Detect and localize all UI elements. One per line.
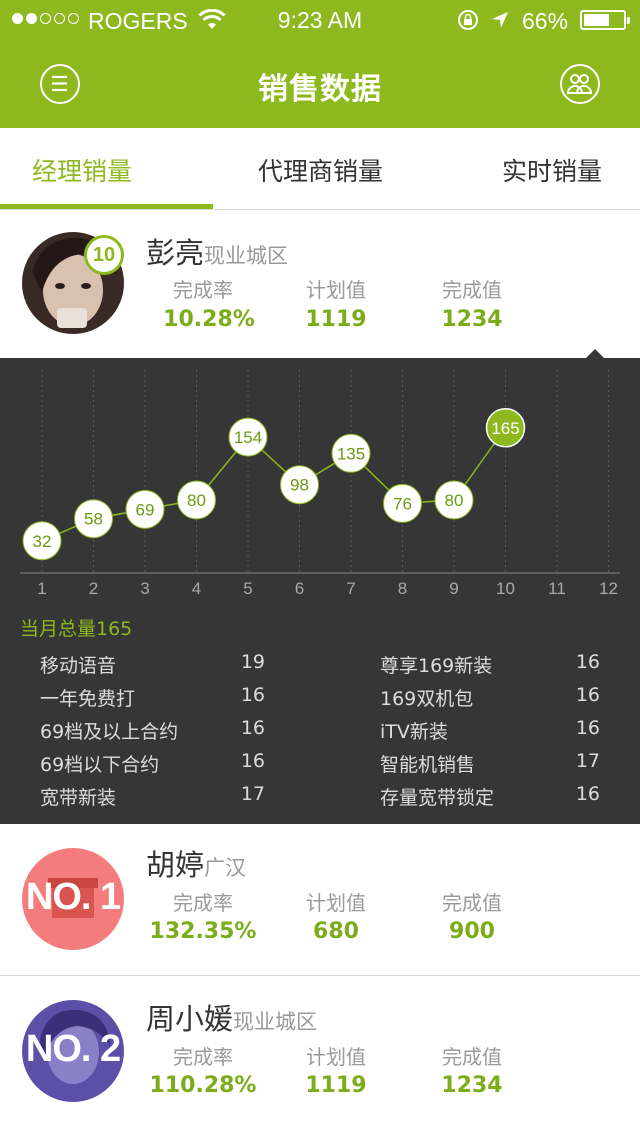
- page-title: 销售数据: [258, 72, 382, 107]
- service-name: 69档及以上合约: [40, 721, 179, 743]
- x-tick-label: 9: [449, 579, 458, 598]
- person-region: 广汉: [204, 856, 247, 880]
- monthly-line-chart: 1 2 3 4 5 6 7 8 9 10 11 123258 69 801549813576 80165: [20, 370, 620, 598]
- service-value: 16: [575, 783, 600, 805]
- people-button[interactable]: [560, 64, 600, 104]
- service-value: 17: [575, 750, 600, 772]
- x-tick-label: 1: [37, 579, 46, 598]
- data-label: 98: [290, 476, 309, 495]
- service-name: 宽带新装: [40, 787, 117, 809]
- tab-manager-sales[interactable]: 经理销量: [32, 152, 132, 188]
- person-name-line: 周小媛现业城区: [146, 996, 317, 1038]
- actual-value-label: 完成值: [442, 278, 502, 302]
- x-tick-label: 6: [295, 579, 304, 598]
- data-label: 76: [393, 494, 412, 513]
- data-label: 165: [491, 419, 519, 438]
- data-label: 80: [445, 491, 464, 510]
- tab-realtime-sales[interactable]: 实时销量: [502, 152, 602, 188]
- rank-no2-badge: NO. 2: [22, 1000, 124, 1102]
- x-tick-label: 12: [599, 579, 618, 598]
- data-label: 32: [33, 532, 52, 551]
- top-bar: ROGERS 9:23 AM 66% 销售数据: [0, 0, 640, 128]
- x-tick-label: 2: [89, 579, 98, 598]
- x-tick-label: 3: [140, 579, 149, 598]
- service-value: 16: [575, 684, 600, 706]
- people-icon: [566, 74, 593, 94]
- tab-active-indicator: [0, 204, 213, 209]
- plan-value-label: 计划值: [306, 278, 366, 302]
- person-region: 现业城区: [233, 1010, 318, 1034]
- tab-agent-sales[interactable]: 代理商销量: [258, 152, 383, 188]
- rank-text: NO. 1: [25, 876, 121, 918]
- service-value: 16: [240, 750, 265, 772]
- x-tick-label: 5: [243, 579, 252, 598]
- person-name: 周小媛: [146, 1002, 234, 1036]
- actual-value-label: 完成值: [442, 891, 502, 915]
- person-region: 现业城区: [204, 244, 289, 268]
- status-bar: ROGERS 9:23 AM 66%: [0, 0, 640, 40]
- data-label: 58: [84, 510, 103, 529]
- actual-value: 900: [449, 919, 495, 944]
- x-tick-label: 8: [398, 579, 407, 598]
- service-value: 16: [240, 717, 265, 739]
- service-name: 一年免费打: [40, 688, 136, 710]
- rank-no1-badge: NO. 1: [22, 848, 124, 950]
- rank-badge: 10: [84, 235, 124, 275]
- x-tick-label: 4: [192, 579, 201, 598]
- x-tick-label: 11: [548, 579, 566, 598]
- person-card[interactable]: 彭亮现业城区 完成率 计划值 完成值 10.28% 1119 1234: [0, 210, 640, 358]
- battery-icon: [580, 10, 630, 30]
- tab-bar: 经理销量 代理商销量 实时销量: [0, 128, 640, 210]
- data-label: 80: [187, 491, 206, 510]
- service-value: 19: [240, 651, 265, 673]
- completion-rate-label: 完成率: [173, 278, 233, 302]
- monthly-total: 当月总量165: [20, 618, 133, 640]
- person-card[interactable]: NO. 2 周小媛现业城区 完成率 计划值 完成值 110.28% 1119 1…: [0, 976, 640, 1136]
- person-card[interactable]: NO. 1 胡婷广汉 完成率 计划值 完成值 132.35% 680 900: [0, 824, 640, 976]
- service-value: 17: [240, 783, 265, 805]
- person-name-line: 胡婷广汉: [146, 842, 246, 884]
- service-name: 移动语音: [40, 655, 117, 677]
- person-name: 彭亮: [146, 236, 205, 270]
- service-value: 16: [575, 651, 600, 673]
- service-value: 16: [240, 684, 265, 706]
- data-label: 135: [337, 444, 365, 463]
- x-tick-label: 10: [496, 579, 515, 598]
- service-name: 169双机包: [380, 688, 474, 710]
- completion-rate-label: 完成率: [173, 891, 233, 915]
- service-name: iTV新装: [380, 721, 448, 743]
- data-label: 69: [136, 500, 155, 519]
- service-name: 69档以下合约: [40, 754, 160, 776]
- actual-value-label: 完成值: [442, 1045, 502, 1069]
- rank-text: NO. 2: [25, 1028, 121, 1070]
- battery-percent: 66%: [522, 8, 569, 34]
- actual-value: 1234: [441, 1073, 503, 1098]
- person-name: 胡婷: [146, 848, 205, 882]
- plan-value-label: 计划值: [306, 1045, 366, 1069]
- rotation-lock-icon: [458, 10, 478, 30]
- sales-chart-panel: 1 2 3 4 5 6 7 8 9 10 11 12 32 58 69 80 154 98 135 76 80 165 当…: [0, 358, 640, 824]
- service-name: 存量宽带锁定: [380, 787, 495, 809]
- person-name-line: 彭亮现业城区: [146, 230, 288, 272]
- service-value: 16: [575, 717, 600, 739]
- service-name: 尊享169新装: [380, 655, 493, 677]
- data-label: 154: [234, 428, 262, 447]
- x-tick-label: 7: [346, 579, 355, 598]
- completion-rate-label: 完成率: [173, 1045, 233, 1069]
- location-arrow-icon: [492, 12, 508, 28]
- actual-value: 1234: [441, 307, 503, 332]
- service-name: 智能机销售: [380, 754, 476, 776]
- plan-value-label: 计划值: [306, 891, 366, 915]
